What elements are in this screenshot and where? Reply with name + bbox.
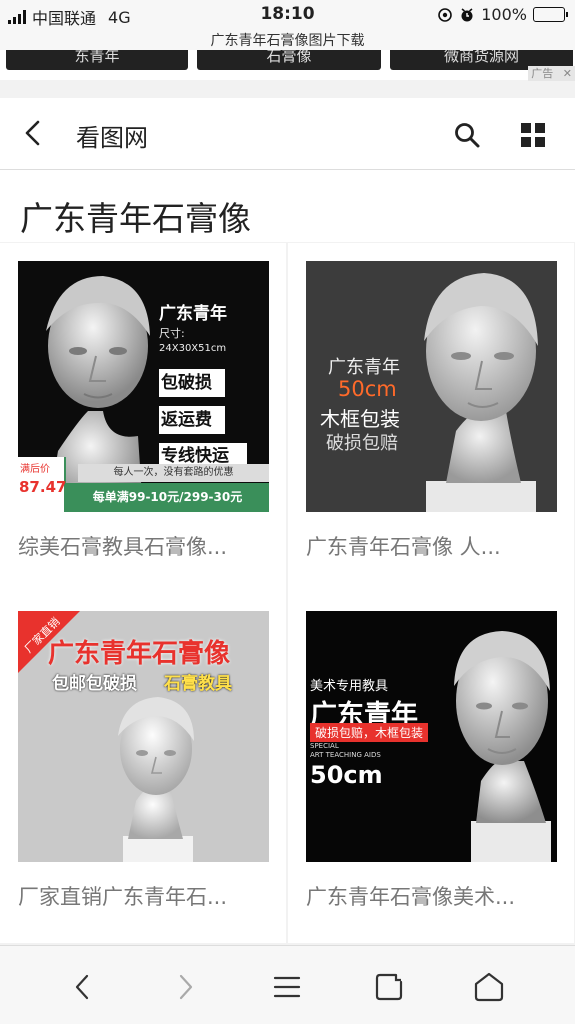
badge-text: 返运费: [159, 406, 225, 434]
size-value: 50cm: [310, 761, 383, 789]
back-arrow-icon[interactable]: [18, 118, 48, 148]
size-label: 尺寸:: [159, 327, 185, 340]
ad-close-icon[interactable]: ✕: [563, 67, 572, 80]
product-caption[interactable]: 厂家直销广东青年石...: [18, 881, 268, 911]
browser-toolbar: [0, 945, 575, 1024]
promo-line: 广东青年: [328, 357, 400, 378]
ad-label: 广告: [531, 67, 554, 80]
promo-sub: 石膏教具: [164, 674, 232, 694]
price-label: 满后价: [20, 464, 50, 475]
promo-sub: 包邮包破损: [52, 674, 137, 694]
search-icon[interactable]: [452, 120, 482, 150]
promo-size: 50cm: [338, 377, 397, 401]
product-card[interactable]: 广东青年 尺寸: 24X30X51cm 包破损 返运费 专线快运 每人一次，没有…: [0, 243, 286, 593]
home-icon[interactable]: [472, 970, 506, 1004]
tag-text: 美术专用教具: [310, 679, 389, 694]
badge-text: 包破损: [159, 369, 225, 397]
product-caption[interactable]: 广东青年石膏像美术...: [306, 881, 556, 911]
promo-line: 破损包赔: [326, 433, 398, 454]
product-caption[interactable]: 综美石膏教具石膏像...: [18, 531, 268, 561]
product-card[interactable]: 广东青年 50cm 木框包装 破损包赔 广东青年石膏像 人...: [288, 243, 574, 593]
page: 中国联通 4G 18:10 100% 广东青年石膏像图片下载 东青年 石膏像 微…: [0, 0, 575, 1024]
product-image[interactable]: 广东青年 50cm 木框包装 破损包赔: [306, 261, 557, 512]
rotation-lock-icon: [438, 7, 453, 22]
ad-thumb-2[interactable]: 石膏像: [197, 50, 381, 70]
battery-icon: [533, 7, 568, 22]
badge-text: 专线快运: [159, 443, 247, 465]
product-title-text: 广东青年石膏像: [48, 639, 231, 669]
product-card[interactable]: 美术专用教具 广东青年 破损包赔，木框包装 SPECIAL ART TEACHI…: [288, 593, 574, 943]
product-card[interactable]: 厂家直销 广东青年石膏像 包邮包破损 石膏教具 厂家直销广东青年石...: [0, 593, 286, 943]
ad-thumb-1[interactable]: 东青年: [6, 50, 188, 70]
size-value: 24X30X51cm: [159, 343, 227, 354]
price-value: 87.47: [19, 478, 67, 496]
battery-percent: 100%: [481, 5, 527, 24]
forward-icon[interactable]: [168, 970, 202, 1004]
category-heading: 广东青年石膏像: [0, 170, 575, 242]
product-title-text: 广东青年: [159, 304, 227, 324]
promo-strip: 破损包赔，木框包装: [310, 723, 429, 742]
product-image[interactable]: 美术专用教具 广东青年 破损包赔，木框包装 SPECIAL ART TEACHI…: [306, 611, 557, 862]
page-title: 广东青年石膏像: [20, 199, 251, 238]
site-name[interactable]: 看图网: [76, 118, 148, 153]
status-right: 100%: [437, 5, 568, 24]
promo-banner: 每单满99-10元/299-30元: [66, 483, 269, 512]
promo-strap: 每人一次，没有套路的优惠: [78, 464, 269, 482]
ad-tag[interactable]: 广告 ✕: [528, 66, 575, 81]
tabs-icon[interactable]: [372, 970, 406, 1004]
english-text: SPECIAL: [310, 742, 339, 750]
product-caption[interactable]: 广东青年石膏像 人...: [306, 531, 556, 561]
product-image[interactable]: 广东青年 尺寸: 24X30X51cm 包破损 返运费 专线快运 每人一次，没有…: [18, 261, 269, 512]
price-box: 满后价 87.47: [18, 457, 66, 512]
ad-banner[interactable]: 东青年 石膏像 微商货源网 广告 ✕: [0, 50, 575, 81]
promo-line: 木框包装: [320, 407, 400, 431]
product-image[interactable]: 厂家直销 广东青年石膏像 包邮包破损 石膏教具: [18, 611, 269, 862]
grid-menu-icon[interactable]: [518, 120, 548, 150]
english-text: ART TEACHING AIDS: [310, 751, 381, 759]
top-nav: 看图网: [0, 98, 575, 170]
back-icon[interactable]: [66, 970, 100, 1004]
menu-icon[interactable]: [270, 970, 304, 1004]
status-bar: 中国联通 4G 18:10 100%: [0, 0, 575, 30]
alarm-icon: [461, 7, 473, 21]
browser-page-title: 广东青年石膏像图片下载: [0, 30, 575, 50]
